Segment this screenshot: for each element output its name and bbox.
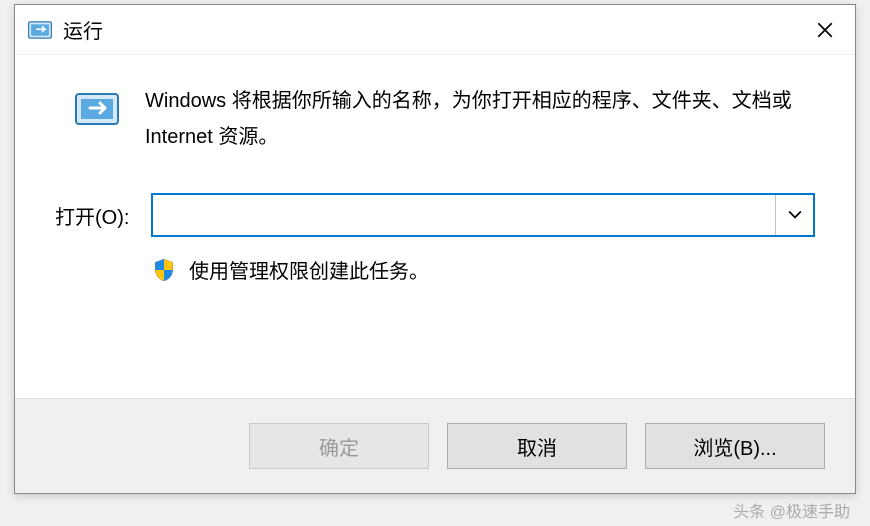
ok-button[interactable]: 确定	[249, 423, 429, 469]
chevron-down-icon	[788, 210, 802, 220]
run-icon	[27, 17, 53, 43]
dialog-body: Windows 将根据你所输入的名称，为你打开相应的程序、文件夹、文档或 Int…	[15, 55, 855, 398]
cancel-button[interactable]: 取消	[447, 423, 627, 469]
open-input[interactable]	[153, 195, 775, 235]
admin-privilege-row: 使用管理权限创建此任务。	[55, 255, 815, 284]
watermark-text: 头条 @极速手助	[733, 498, 850, 522]
close-button[interactable]	[795, 5, 855, 55]
open-combobox[interactable]	[151, 193, 815, 237]
browse-button[interactable]: 浏览(B)...	[645, 423, 825, 469]
open-input-row: 打开(O):	[55, 193, 815, 237]
dropdown-button[interactable]	[775, 195, 813, 235]
shield-icon	[151, 257, 177, 283]
titlebar: 运行	[15, 5, 855, 55]
run-large-icon	[73, 85, 121, 133]
open-label: 打开(O):	[55, 201, 139, 230]
window-title: 运行	[63, 15, 795, 44]
description-text: Windows 将根据你所输入的名称，为你打开相应的程序、文件夹、文档或 Int…	[145, 83, 815, 155]
admin-privilege-text: 使用管理权限创建此任务。	[189, 255, 429, 284]
button-bar: 确定 取消 浏览(B)...	[15, 398, 855, 493]
watermark: 头条 @极速手助	[733, 498, 850, 522]
run-dialog: 运行 Windows 将根据你所输入的名称，为你打开相应的程序、文件夹、文档或 …	[14, 4, 856, 494]
description-row: Windows 将根据你所输入的名称，为你打开相应的程序、文件夹、文档或 Int…	[55, 83, 815, 155]
